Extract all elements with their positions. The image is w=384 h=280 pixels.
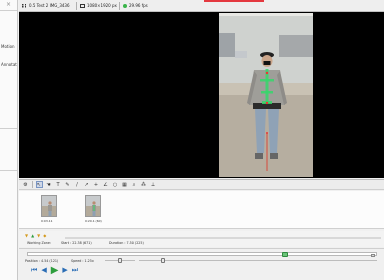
tool-9[interactable]: ▦ — [121, 181, 128, 188]
tool-5[interactable]: ↗ — [83, 181, 90, 188]
divider — [31, 181, 33, 188]
timeline-end-handle[interactable] — [371, 253, 375, 257]
resolution-icon — [80, 3, 85, 8]
left-side-panel: × Motion Annotati — [0, 0, 18, 280]
file-info: 0.5 Test 2 IMG_3436 — [22, 3, 70, 8]
tool-12[interactable]: ⟂ — [150, 181, 157, 188]
speed-slider-knob[interactable] — [118, 257, 122, 263]
tool-8[interactable]: ○ — [112, 181, 119, 188]
close-icon[interactable]: × — [6, 2, 11, 8]
tool-4[interactable]: / — [74, 181, 81, 188]
keyframe-image — [86, 196, 100, 216]
video-frame-image — [219, 13, 313, 177]
tool-6[interactable]: + — [93, 181, 100, 188]
divider — [76, 2, 77, 10]
timeline-cursor[interactable] — [282, 252, 289, 257]
speed-label: Speed : 1.25x — [71, 259, 94, 263]
divider — [119, 2, 120, 10]
skip-start-icon[interactable]: ⏮ — [31, 266, 37, 275]
timeline-bar[interactable] — [27, 252, 377, 257]
resolution-info: 1080×1920 px — [80, 3, 117, 8]
working-zone-markers: ▼ ▲ ▼ ◆ — [25, 233, 46, 238]
tool-2[interactable]: T — [55, 181, 62, 188]
tool-1[interactable]: ☚ — [45, 181, 52, 188]
working-zone-panel: ▼ ▲ ▼ ◆ Working Zone: Start : 22.38 (671… — [19, 231, 384, 247]
app-window: × Motion Annotati 0.5 Test 2 IMG_3436 10… — [0, 0, 384, 280]
play-icon[interactable]: ▶ — [51, 266, 59, 276]
keyframe-label: 0:03.11 — [41, 219, 53, 223]
position-slider[interactable] — [139, 257, 377, 263]
playback-panel: Position : 4.54 (121) Speed : 1.25x ⏮ ◀ … — [19, 248, 384, 280]
tool-3[interactable]: ✎ — [64, 181, 71, 188]
working-zone-track[interactable] — [65, 237, 381, 239]
position-slider-knob[interactable] — [160, 257, 165, 263]
settings-icon[interactable]: ⚙ — [22, 181, 29, 188]
tool-7[interactable]: ∠ — [102, 181, 109, 188]
working-zone-start: Start : 22.38 (671) — [61, 241, 92, 245]
video-frame[interactable] — [219, 13, 313, 177]
divider — [0, 170, 17, 171]
video-viewport[interactable] — [19, 12, 384, 178]
resolution-label: 1080×1920 px — [87, 3, 117, 8]
divider — [0, 10, 17, 11]
tool-10[interactable]: ⌕ — [131, 181, 138, 188]
framerate-label: 29.96 fps — [129, 3, 148, 8]
step-forward-icon[interactable]: ▶ — [62, 266, 67, 275]
skip-end-icon[interactable]: ⏭ — [72, 266, 78, 275]
step-back-icon[interactable]: ◀ — [41, 266, 46, 275]
zone-lock-icon[interactable]: ◆ — [43, 233, 46, 238]
side-item-motion[interactable]: Motion — [1, 44, 15, 49]
keyframe-image — [42, 196, 56, 216]
file-label: 0.5 Test 2 IMG_3436 — [29, 3, 70, 8]
zone-end-icon[interactable]: ▼ — [37, 233, 40, 238]
tool-11[interactable]: ⁂ — [140, 181, 147, 188]
keyframes-strip: 0:03.11 0:20.1 (60) — [19, 191, 384, 229]
accent-bar — [204, 0, 264, 2]
keyframe-label: 0:20.1 (60) — [85, 219, 102, 223]
keyframe-thumbnail[interactable] — [85, 195, 101, 217]
framerate-icon — [123, 3, 127, 8]
grid-icon — [22, 3, 26, 8]
zone-mark-icon[interactable]: ▲ — [31, 233, 34, 238]
working-zone-duration: Duration : 7.50 (225) — [109, 241, 144, 245]
video-info-bar: 0.5 Test 2 IMG_3436 1080×1920 px 29.96 f… — [19, 0, 384, 12]
zone-start-icon[interactable]: ▼ — [25, 233, 28, 238]
framerate-info: 29.96 fps — [123, 3, 148, 8]
position-label: Position : 4.54 (121) — [25, 259, 59, 263]
working-zone-label: Working Zone: — [27, 241, 51, 245]
side-item-annotation[interactable]: Annotati — [1, 62, 17, 67]
drawing-toolbar: ⚙ ↖ ☚ T ✎ / ↗ + ∠ ○ ▦ ⌕ ⁂ ⟂ — [19, 179, 384, 190]
playback-controls: ⏮ ◀ ▶ ▶ ⏭ — [31, 266, 78, 276]
tool-0[interactable]: ↖ — [35, 181, 43, 188]
divider — [0, 128, 17, 129]
keyframe-thumbnail[interactable] — [41, 195, 57, 217]
speed-slider[interactable] — [105, 257, 135, 263]
